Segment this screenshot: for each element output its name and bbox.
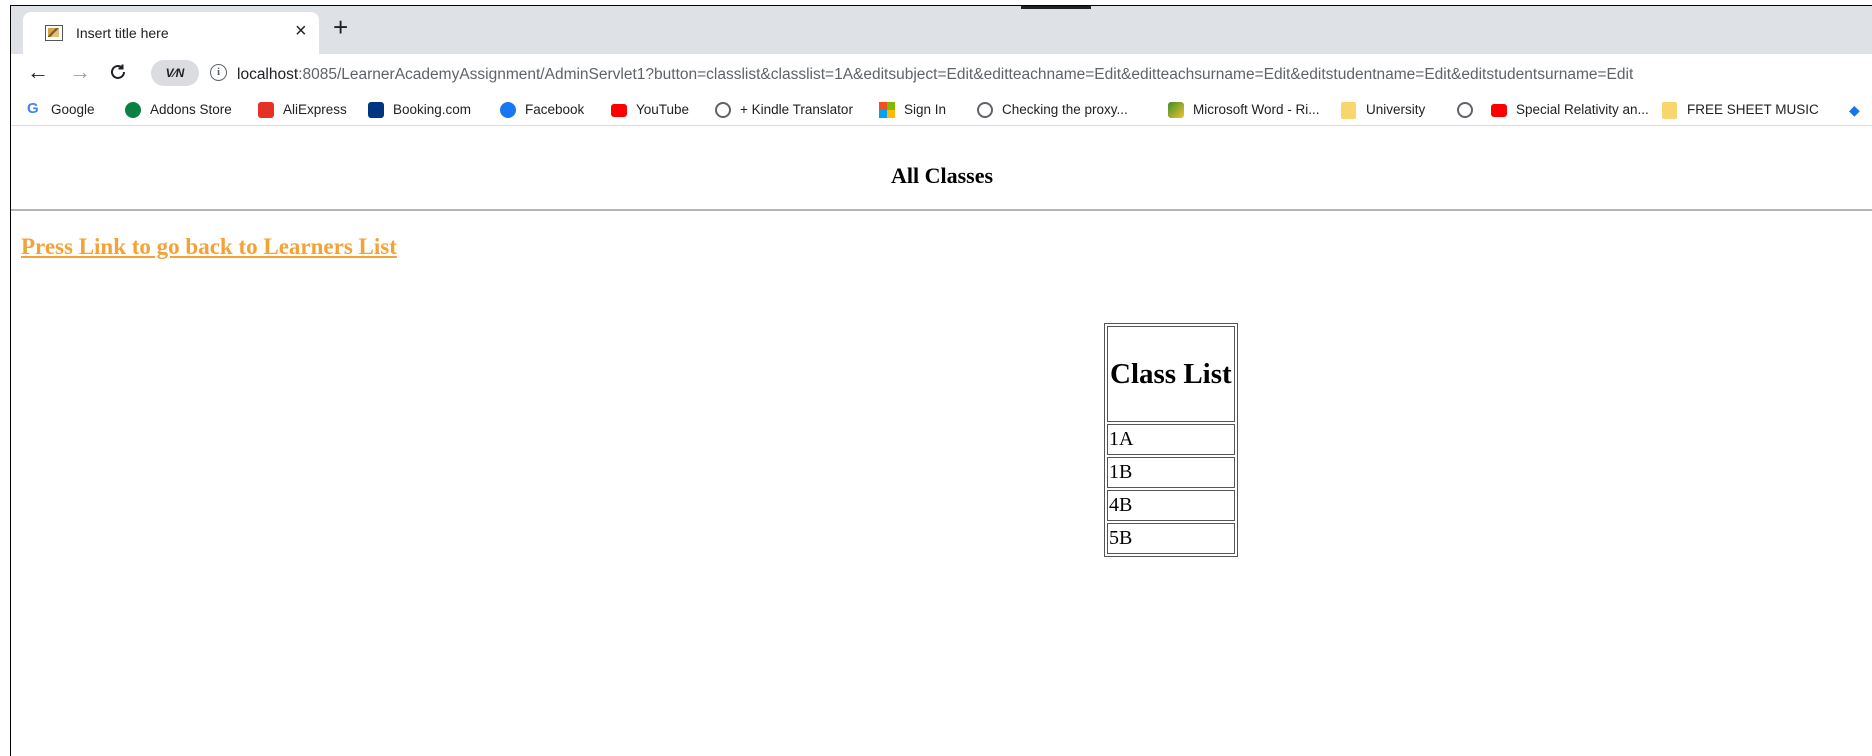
window-drag-indicator: [1021, 6, 1091, 9]
word-doc-icon: [1168, 102, 1184, 118]
facebook-icon: [500, 102, 516, 118]
reload-button[interactable]: [108, 60, 128, 87]
folder-icon: [1662, 102, 1677, 119]
page-title: All Classes: [890, 163, 994, 188]
bookmark-addons-store[interactable]: Addons Store: [150, 102, 232, 117]
bookmark-microsoft-word[interactable]: Microsoft Word - Ri...: [1193, 102, 1320, 117]
table-cell: 1A: [1107, 424, 1235, 455]
table-cell: 1B: [1107, 457, 1235, 488]
table-row: 5B: [1107, 523, 1235, 554]
tab-strip: Insert title here × +: [11, 6, 1872, 54]
table-row: 4B: [1107, 490, 1235, 521]
table-header: Class List: [1107, 326, 1235, 422]
tab-title: Insert title here: [76, 25, 169, 41]
browser-toolbar: ← → V⁄N i localhost:8085/LearnerAcademyA…: [11, 54, 1872, 96]
youtube-icon: [1491, 104, 1507, 117]
bookmark-special-relativity[interactable]: Special Relativity an...: [1516, 102, 1649, 117]
back-button[interactable]: ←: [27, 60, 49, 84]
globe-icon: [977, 102, 993, 118]
globe-icon[interactable]: [1457, 102, 1473, 118]
table-cell: 5B: [1107, 523, 1235, 554]
table-header-row: Class List: [1107, 326, 1235, 422]
site-info-icon[interactable]: i: [210, 64, 227, 81]
url-host: localhost: [237, 66, 299, 83]
vpn-extension-button[interactable]: V⁄N: [151, 60, 199, 86]
youtube-icon: [611, 104, 627, 117]
forward-button[interactable]: →: [69, 60, 91, 84]
bookmark-youtube[interactable]: YouTube: [636, 102, 689, 117]
bookmark-sign-in[interactable]: Sign In: [904, 102, 946, 117]
bookmark-university[interactable]: University: [1366, 102, 1425, 117]
table-row: 1B: [1107, 457, 1235, 488]
class-list-table: Class List 1A 1B 4B 5B: [1104, 323, 1238, 557]
reload-icon: [111, 64, 125, 79]
microsoft-icon: [879, 102, 895, 118]
table-cell: 4B: [1107, 490, 1235, 521]
page-content: All Classes Press Link to go back to Lea…: [11, 127, 1872, 756]
table-row: 1A: [1107, 424, 1235, 455]
tab-close-icon[interactable]: ×: [295, 21, 307, 41]
bookmark-booking[interactable]: Booking.com: [393, 102, 471, 117]
bookmark-kindle-translator[interactable]: + Kindle Translator: [740, 102, 853, 117]
browser-window: Insert title here × + ← → V⁄N i localhos…: [10, 5, 1872, 756]
bookmarks-bar: G Google Addons Store AliExpress Booking…: [11, 96, 1872, 126]
page-favicon-icon: [45, 25, 63, 41]
more-bookmarks-icon[interactable]: ◆: [1849, 102, 1865, 118]
bookmark-aliexpress[interactable]: AliExpress: [283, 102, 347, 117]
globe-icon: [715, 102, 731, 118]
tab-active[interactable]: Insert title here ×: [23, 12, 319, 54]
folder-icon: [1341, 102, 1356, 119]
back-to-learners-link[interactable]: Press Link to go back to Learners List: [21, 234, 397, 260]
bookmark-google[interactable]: Google: [51, 102, 95, 117]
booking-icon: [368, 102, 384, 118]
aliexpress-icon: [258, 102, 274, 118]
bookmark-free-sheet-music[interactable]: FREE SHEET MUSIC: [1687, 102, 1819, 117]
new-tab-button[interactable]: +: [333, 14, 348, 40]
horizontal-rule: [11, 209, 1872, 211]
url-path: :8085/LearnerAcademyAssignment/AdminServ…: [298, 66, 1634, 83]
google-icon: G: [27, 100, 39, 117]
bookmark-checking-proxy[interactable]: Checking the proxy...: [1002, 102, 1128, 117]
address-bar[interactable]: localhost:8085/LearnerAcademyAssignment/…: [237, 66, 1633, 84]
bookmark-facebook[interactable]: Facebook: [525, 102, 584, 117]
addons-store-icon: [125, 102, 141, 118]
